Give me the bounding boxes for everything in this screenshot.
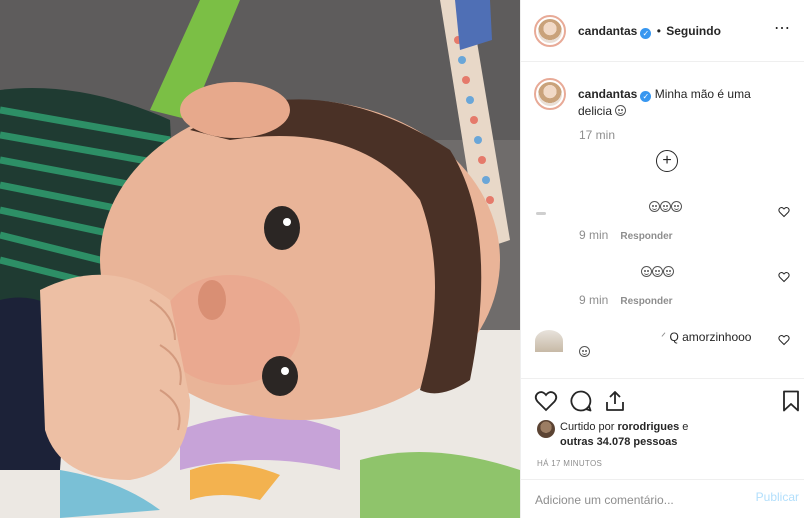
comments-section: candantas ✓ Minha mão é uma delicia 17 mi… (521, 62, 804, 378)
comment-meta: 9 min Responder (579, 293, 673, 307)
header-separator: • (656, 24, 661, 38)
caption-avatar-image (538, 82, 562, 106)
comment-meta (579, 346, 590, 359)
add-comment-bar: Publicar (521, 479, 804, 518)
more-options-icon[interactable]: ⋯ (774, 21, 791, 37)
comment-text: ᐟ Q amorzinhooo (661, 330, 751, 344)
likes-prefix: Curtido por (560, 421, 615, 433)
author-username[interactable]: candantas (578, 24, 637, 38)
comment-meta: 9 min Responder (579, 228, 673, 242)
emoji-icon (641, 266, 652, 277)
like-comment-heart-icon[interactable] (778, 206, 790, 218)
comment-item: ᐟ Q amorzinhooo (521, 320, 804, 380)
post-header: candantas ✓ • Seguindo ⋯ (521, 0, 804, 62)
comment-bubble-icon[interactable] (569, 389, 593, 413)
emoji-icon (579, 346, 590, 357)
emoji-icon (671, 201, 682, 212)
comment-body: Q amorzinhooo (669, 330, 752, 344)
post-side-panel: candantas ✓ • Seguindo ⋯ candantas ✓ Minha… (520, 0, 804, 518)
post-photo[interactable] (0, 0, 520, 518)
verified-badge-icon: ✓ (640, 28, 652, 39)
comment-timestamp: 9 min (579, 228, 609, 242)
comment-item: 9 min Responder (521, 257, 804, 317)
post-actions: Curtido por rorodrigues e outras 34.078 … (521, 378, 804, 518)
emoji-icon (649, 201, 660, 212)
commenter-avatar[interactable] (535, 330, 563, 352)
reply-button[interactable]: Responder (620, 296, 672, 307)
caption-timestamp: 17 min (579, 128, 616, 142)
author-avatar[interactable] (534, 15, 566, 47)
like-comment-heart-icon[interactable] (778, 334, 790, 346)
likes-others-link[interactable]: outras 34.078 pessoas (560, 436, 677, 448)
comment-timestamp: 9 min (579, 293, 609, 307)
baby-photo-illustration (0, 0, 520, 518)
like-heart-icon[interactable] (534, 389, 558, 413)
reply-button[interactable]: Responder (620, 231, 672, 242)
likes-connector: e (682, 421, 689, 433)
share-icon[interactable] (603, 389, 627, 413)
emoji-icon (660, 201, 671, 212)
post-timestamp[interactable]: HÁ 17 MINUTOS (537, 459, 602, 468)
comment-separator: ᐟ (661, 330, 667, 344)
caption-author-avatar[interactable] (534, 78, 566, 110)
like-comment-heart-icon[interactable] (778, 271, 790, 283)
liker-avatar[interactable] (537, 420, 555, 438)
author-avatar-image (538, 19, 562, 43)
smile-emoji-icon (615, 105, 627, 116)
comment-input[interactable] (535, 490, 735, 510)
comment-emoji-group (641, 265, 674, 279)
comment-avatar-placeholder[interactable] (536, 212, 546, 215)
likes-text: Curtido por rorodrigues e outras 34.078 … (560, 420, 780, 450)
emoji-icon (663, 266, 674, 277)
caption-username[interactable]: candantas (578, 87, 637, 101)
publish-button[interactable]: Publicar (756, 490, 799, 504)
follow-status-button[interactable]: Seguindo (666, 24, 721, 38)
comment-emoji-group (649, 200, 682, 214)
emoji-icon (652, 266, 663, 277)
header-author-line: candantas ✓ • Seguindo (578, 24, 721, 39)
caption: candantas ✓ Minha mão é uma delicia (578, 86, 778, 120)
comment-item: 9 min Responder (521, 192, 804, 252)
caption-verified-icon: ✓ (640, 91, 652, 102)
load-more-comments-icon[interactable]: + (656, 150, 678, 172)
liker-username[interactable]: rorodrigues (617, 421, 679, 433)
save-bookmark-icon[interactable] (779, 389, 803, 413)
